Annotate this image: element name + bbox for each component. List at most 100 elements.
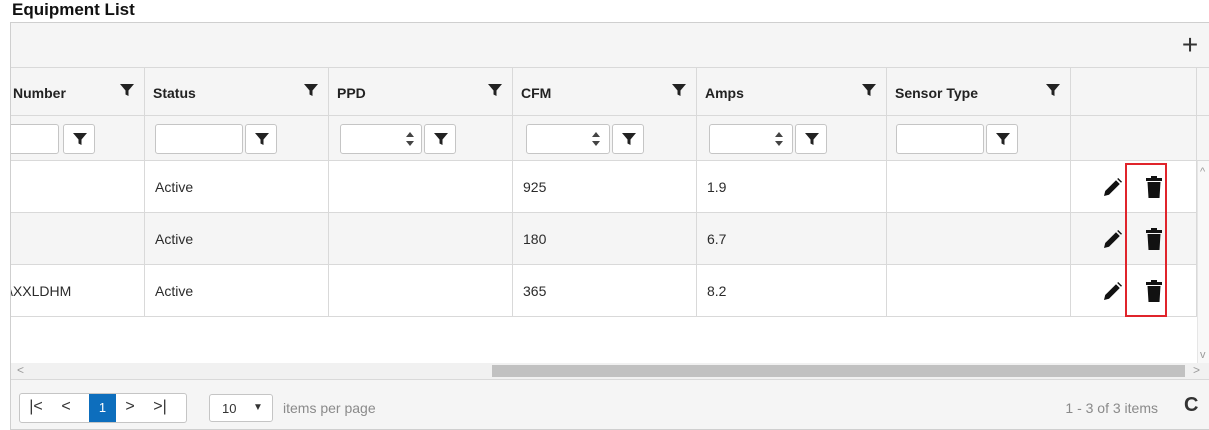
refresh-icon[interactable]: C: [1184, 394, 1206, 418]
next-page-button[interactable]: >: [119, 393, 141, 423]
filter-cell-status: [145, 116, 329, 161]
spinner-icon[interactable]: [403, 129, 417, 149]
filter-input-cfm[interactable]: [526, 124, 610, 154]
items-per-page-label: items per page: [283, 400, 376, 416]
table-row: \XXLDHM Active 365 8.2: [11, 265, 1209, 317]
cell-text: 925: [523, 179, 547, 195]
column-header-label: PPD: [337, 85, 366, 101]
filter-icon: [996, 133, 1010, 145]
column-header-row: Number Status PPD CFM Amps Sensor Type: [11, 68, 1209, 116]
equipment-grid: + Number Status PPD CFM Amps Sensor Type: [10, 22, 1209, 430]
filter-icon: [622, 133, 636, 145]
cell-status: Active: [145, 265, 329, 317]
filter-cell-ppd: [329, 116, 513, 161]
filter-button[interactable]: [245, 124, 277, 154]
cell-number: [11, 213, 145, 265]
filter-button[interactable]: [424, 124, 456, 154]
scroll-left-arrow[interactable]: <: [17, 363, 24, 377]
cell-text: 6.7: [707, 231, 727, 247]
cell-text: Active: [155, 283, 194, 299]
filter-icon[interactable]: [1046, 83, 1060, 97]
cell-text: \XXLDHM: [10, 283, 72, 299]
filter-icon[interactable]: [304, 83, 318, 97]
column-header-sensor-type[interactable]: Sensor Type: [887, 68, 1071, 116]
last-page-button[interactable]: >|: [149, 393, 171, 423]
column-header-amps[interactable]: Amps: [697, 68, 887, 116]
cell-status: Active: [145, 161, 329, 213]
column-header-number[interactable]: Number: [11, 68, 145, 116]
column-header-label: Sensor Type: [895, 85, 978, 101]
cell-amps: 1.9: [697, 161, 887, 213]
filter-cell-number: [11, 116, 145, 161]
cell-cfm: 180: [513, 213, 697, 265]
edit-icon[interactable]: [1101, 177, 1123, 199]
scroll-down-arrow[interactable]: v: [1200, 349, 1206, 361]
filter-cell-sensor-type: [887, 116, 1071, 161]
cell-sensor-type: [887, 213, 1071, 265]
add-equipment-button[interactable]: +: [1178, 31, 1202, 61]
cell-amps: 6.7: [697, 213, 887, 265]
prev-page-button[interactable]: <: [55, 393, 77, 423]
scroll-right-arrow[interactable]: >: [1193, 363, 1200, 377]
chevron-down-icon: ▼: [253, 402, 263, 413]
filter-icon: [255, 133, 269, 145]
pager: |< < 1 > >| 10 ▼ items per page 1 - 3 of…: [11, 379, 1209, 429]
filter-row: [11, 116, 1209, 161]
filter-input-sensor-type[interactable]: [896, 124, 984, 154]
filter-icon: [73, 133, 87, 145]
spinner-icon[interactable]: [772, 129, 786, 149]
vertical-scrollbar[interactable]: ^ v: [1197, 161, 1209, 363]
cell-ppd: [329, 265, 513, 317]
spinner-icon[interactable]: [589, 129, 603, 149]
filter-input-status[interactable]: [155, 124, 243, 154]
filter-button[interactable]: [986, 124, 1018, 154]
column-header-label: Number: [13, 85, 66, 101]
edit-icon[interactable]: [1101, 229, 1123, 251]
current-page-button[interactable]: 1: [89, 394, 116, 422]
cell-cfm: 365: [513, 265, 697, 317]
cell-text: Active: [155, 231, 194, 247]
filter-button[interactable]: [63, 124, 95, 154]
table-row: Active 180 6.7: [11, 213, 1209, 265]
column-header-cfm[interactable]: CFM: [513, 68, 697, 116]
filter-cell-amps: [697, 116, 887, 161]
filter-cell-actions: [1071, 116, 1197, 161]
column-header-label: Status: [153, 85, 196, 101]
filter-button[interactable]: [612, 124, 644, 154]
cell-text: 1.9: [707, 179, 727, 195]
cell-ppd: [329, 161, 513, 213]
column-header-ppd[interactable]: PPD: [329, 68, 513, 116]
page-size-value: 10: [222, 401, 237, 416]
filter-input-ppd[interactable]: [340, 124, 422, 154]
cell-amps: 8.2: [697, 265, 887, 317]
cell-number: [11, 161, 145, 213]
scroll-up-arrow[interactable]: ^: [1200, 166, 1205, 178]
grid-toolbar: +: [11, 23, 1209, 68]
cell-status: Active: [145, 213, 329, 265]
first-page-button[interactable]: |<: [25, 393, 47, 423]
filter-button[interactable]: [795, 124, 827, 154]
horizontal-scrollbar[interactable]: < >: [11, 363, 1209, 379]
page-title: Equipment List: [12, 0, 135, 19]
column-header-label: Amps: [705, 85, 744, 101]
filter-icon: [434, 133, 448, 145]
column-header-actions: [1071, 68, 1197, 116]
cell-text: 365: [523, 283, 547, 299]
cell-text: 180: [523, 231, 547, 247]
cell-number: \XXLDHM: [11, 265, 145, 317]
cell-cfm: 925: [513, 161, 697, 213]
cell-text: Active: [155, 179, 194, 195]
filter-input-amps[interactable]: [709, 124, 793, 154]
filter-icon[interactable]: [862, 83, 876, 97]
filter-cell-cfm: [513, 116, 697, 161]
page-size-select[interactable]: 10 ▼: [209, 394, 273, 422]
column-header-status[interactable]: Status: [145, 68, 329, 116]
filter-icon[interactable]: [488, 83, 502, 97]
horizontal-scroll-thumb[interactable]: [492, 365, 1185, 377]
cell-sensor-type: [887, 265, 1071, 317]
filter-icon[interactable]: [672, 83, 686, 97]
filter-icon[interactable]: [120, 83, 134, 97]
filter-input-number[interactable]: [11, 124, 59, 154]
edit-icon[interactable]: [1101, 281, 1123, 303]
cell-ppd: [329, 213, 513, 265]
